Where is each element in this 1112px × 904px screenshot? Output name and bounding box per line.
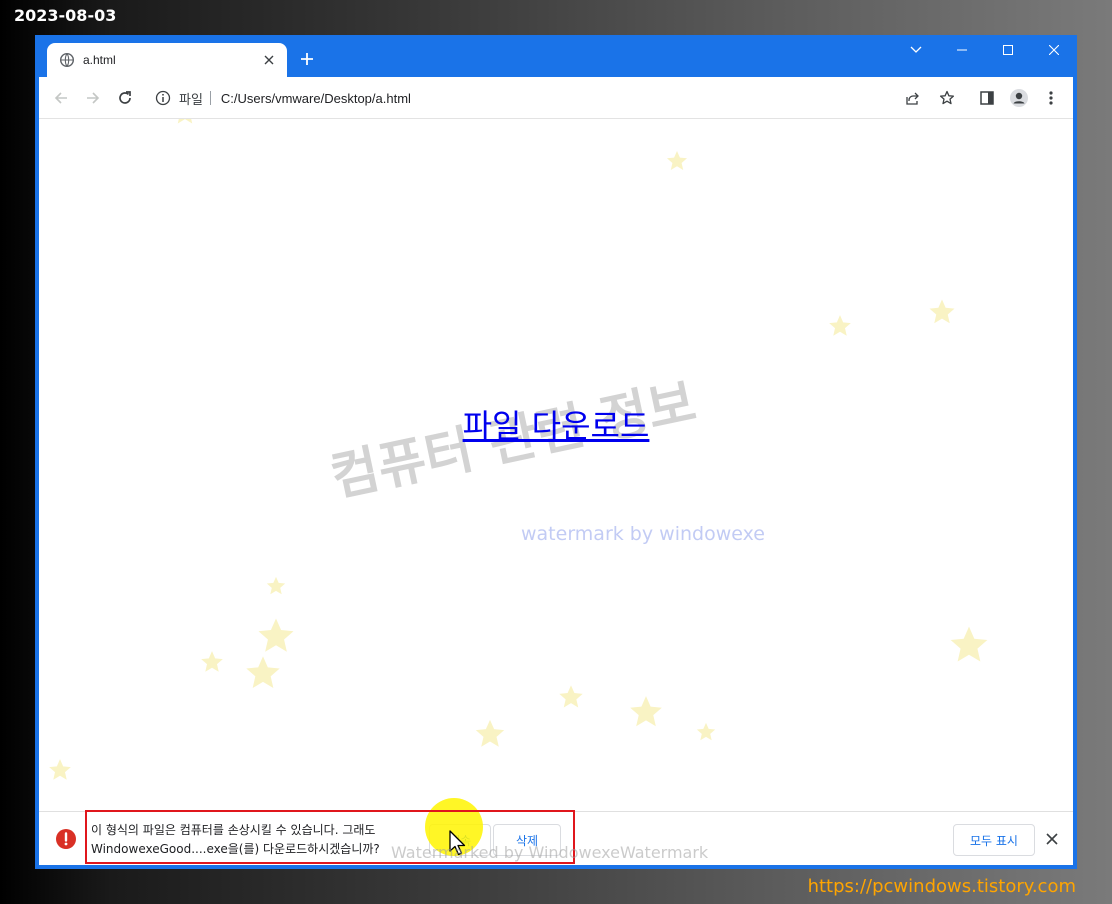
star-decoration-icon xyxy=(667,151,687,170)
maximize-button[interactable] xyxy=(985,35,1031,65)
title-bar: a.html xyxy=(35,35,1077,77)
tab-search-chevron-down-icon[interactable] xyxy=(893,35,939,65)
star-decoration-icon xyxy=(630,696,662,727)
tab-title: a.html xyxy=(83,53,116,67)
side-panel-button[interactable] xyxy=(975,86,999,110)
minimize-button[interactable] xyxy=(939,35,985,65)
globe-icon xyxy=(59,52,75,68)
address-scheme: 파일 xyxy=(179,91,203,107)
star-decoration-icon xyxy=(475,719,505,747)
star-decoration-icon xyxy=(266,576,286,595)
new-tab-button[interactable] xyxy=(297,49,317,69)
forward-button[interactable] xyxy=(81,86,105,110)
download-bar: 이 형식의 파일은 컴퓨터를 손상시킬 수 있습니다. 그래도 Windowex… xyxy=(39,798,1073,865)
address-url[interactable]: C:/Users/vmware/Desktop/a.html xyxy=(221,91,411,106)
watermark-sub: watermark by windowexe xyxy=(521,523,765,545)
star-decoration-icon xyxy=(829,315,851,336)
star-decoration-icon xyxy=(559,685,583,708)
star-decoration-icon xyxy=(950,626,988,662)
watermark-bottom: Watermarked by WindowexeWatermark xyxy=(391,843,709,862)
reload-button[interactable] xyxy=(113,86,137,110)
site-url-overlay: https://pcwindows.tistory.com xyxy=(807,876,1076,897)
close-window-button[interactable] xyxy=(1031,35,1077,65)
window-controls xyxy=(893,35,1077,65)
address-separator xyxy=(209,91,211,105)
date-stamp: 2023-08-03 xyxy=(14,6,117,25)
browser-window: a.html 파일 C:/Users/vmware/Desktop/a.html… xyxy=(35,35,1077,869)
star-decoration-icon xyxy=(258,618,294,652)
star-decoration-icon xyxy=(929,299,955,324)
profile-avatar-icon[interactable] xyxy=(1007,86,1031,110)
back-button[interactable] xyxy=(49,86,73,110)
file-download-link[interactable]: 파일 다운로드 xyxy=(39,401,1073,447)
page-content: 컴퓨터 관련 정보 watermark by windowexe 파일 다운로드 xyxy=(39,119,1073,811)
warning-icon xyxy=(56,829,76,849)
download-bar-close-icon[interactable] xyxy=(1041,828,1063,850)
star-decoration-icon xyxy=(246,656,280,688)
info-icon[interactable] xyxy=(155,90,171,106)
star-decoration-icon xyxy=(177,119,193,124)
star-decoration-icon xyxy=(696,722,716,741)
star-decoration-icon xyxy=(49,759,71,780)
tab-active[interactable]: a.html xyxy=(47,43,287,77)
toolbar: 파일 C:/Users/vmware/Desktop/a.html xyxy=(39,77,1073,119)
address-bar[interactable]: 파일 C:/Users/vmware/Desktop/a.html xyxy=(155,86,411,110)
share-button[interactable] xyxy=(901,86,925,110)
bookmark-star-icon[interactable] xyxy=(935,86,959,110)
tab-close-icon[interactable] xyxy=(261,52,277,68)
menu-kebab-icon[interactable] xyxy=(1039,86,1063,110)
star-decoration-icon xyxy=(201,651,223,672)
show-all-button[interactable]: 모두 표시 xyxy=(953,824,1035,856)
